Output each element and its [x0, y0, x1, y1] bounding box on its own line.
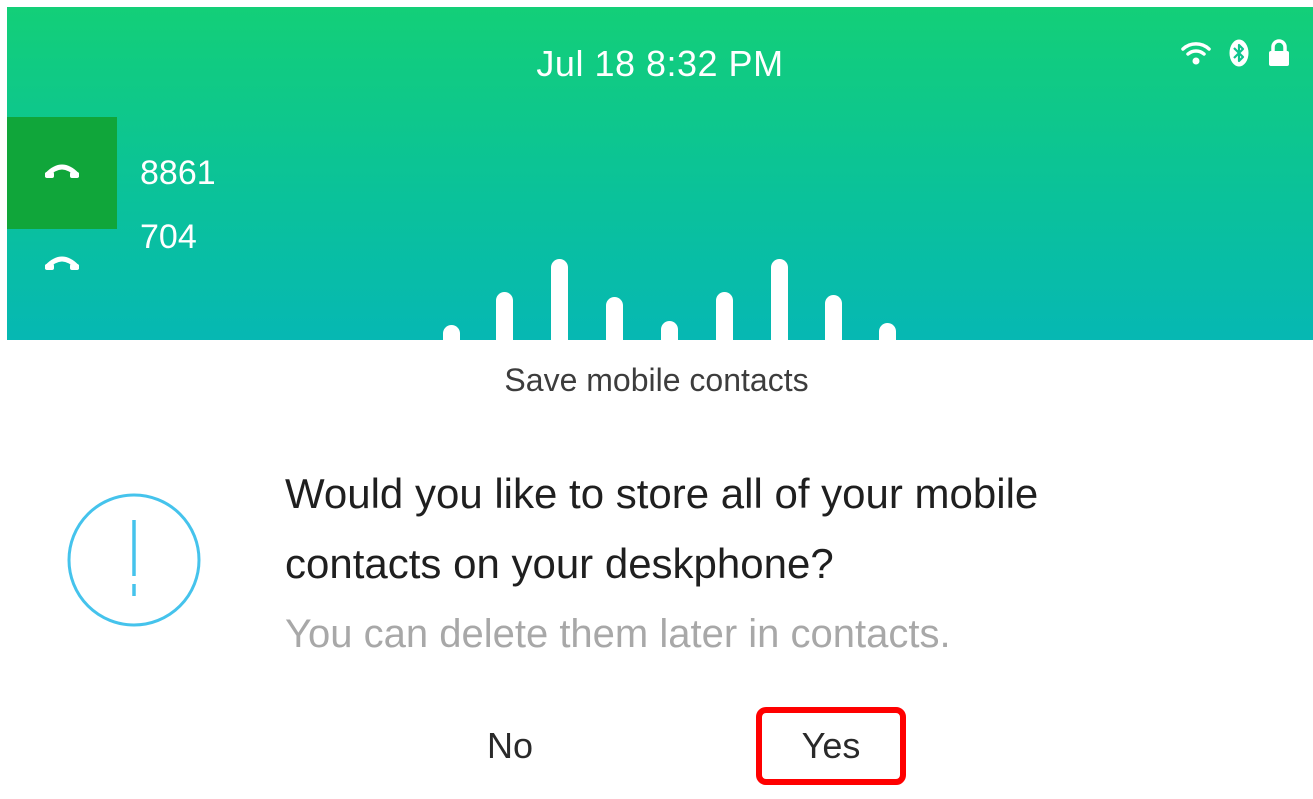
- wave-bar: [661, 321, 678, 340]
- alert-icon: [66, 492, 202, 628]
- wave-bar: [443, 325, 460, 340]
- date-time: Jul 18 8:32 PM: [536, 43, 784, 84]
- status-icons: [1181, 39, 1291, 72]
- dialog-message-line-1: Would you like to store all of your mobi…: [285, 470, 1039, 517]
- phone-header: Jul 18 8:32 PM 8861 704: [7, 7, 1313, 340]
- dialog-title: Save mobile contacts: [504, 362, 809, 398]
- line-2-label: 704: [140, 218, 197, 256]
- line-key-2[interactable]: 704: [7, 218, 307, 340]
- phone-handset-icon: [44, 255, 80, 276]
- wave-bar: [879, 323, 896, 340]
- wave-bar: [551, 259, 568, 340]
- dialog-message-line-2: contacts on your deskphone?: [285, 540, 834, 587]
- dialog-submessage: You can delete them later in contacts.: [285, 612, 951, 656]
- waveform-graphic: [443, 247, 903, 340]
- lock-icon: [1267, 39, 1291, 72]
- line-1-icon-cell: [7, 117, 117, 229]
- bluetooth-icon: [1229, 39, 1249, 72]
- wave-bar: [771, 259, 788, 340]
- wave-bar: [606, 297, 623, 340]
- line-2-icon-cell: [7, 237, 117, 340]
- phone-handset-icon: [44, 163, 80, 184]
- no-button[interactable]: No: [430, 707, 590, 785]
- wave-bar: [496, 292, 513, 340]
- wifi-icon: [1181, 40, 1211, 71]
- yes-button[interactable]: Yes: [756, 707, 906, 785]
- wave-bar: [825, 295, 842, 340]
- wave-bar: [716, 292, 733, 340]
